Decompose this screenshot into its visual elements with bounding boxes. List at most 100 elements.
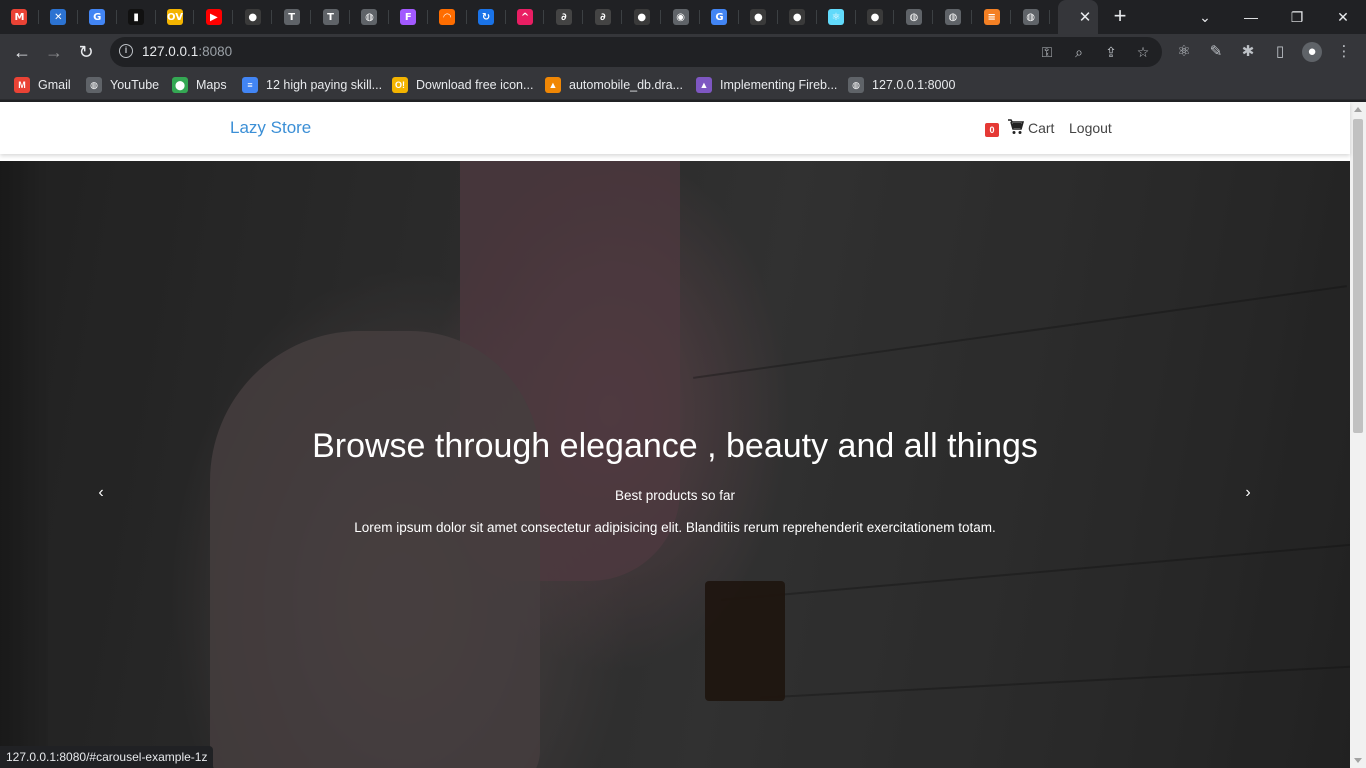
bookmark-item[interactable]: ≡ 12 high paying skill...	[242, 76, 382, 94]
bookmark-item[interactable]: ◍ YouTube	[86, 76, 159, 94]
drawio-icon: ▲	[545, 77, 561, 93]
tab[interactable]: ●	[778, 0, 817, 34]
tab[interactable]: ⚛	[817, 0, 856, 34]
bookmark-item[interactable]: M Gmail	[14, 76, 71, 94]
scroll-down-icon[interactable]	[1354, 758, 1362, 763]
tab[interactable]: ▮	[117, 0, 156, 34]
menu-icon[interactable]: ⋮	[1334, 42, 1354, 62]
logout-link[interactable]: Logout	[1069, 120, 1112, 136]
reload-button[interactable]: ↻	[74, 40, 98, 64]
bookmark-item[interactable]: ▲ Implementing Fireb...	[696, 76, 837, 94]
curl-icon: ∂	[594, 9, 611, 25]
tab[interactable]: ●	[622, 0, 662, 34]
bookmark-label: YouTube	[110, 78, 160, 92]
scrollbar-thumb[interactable]	[1353, 119, 1363, 433]
bookmark-item[interactable]: ◍ 127.0.0.1:8000	[848, 76, 955, 94]
back-button[interactable]: ←	[10, 40, 34, 64]
bookmark-star-icon[interactable]: ☆	[1134, 43, 1152, 61]
gmail-icon: M	[14, 77, 30, 93]
google-icon: G	[711, 9, 728, 25]
bookmark-item[interactable]: ⬤ Maps	[172, 76, 227, 94]
youtube-icon: ▶	[205, 9, 222, 25]
key-icon[interactable]: ⚿	[1038, 43, 1056, 61]
hero-subtitle: Best products so far	[614, 488, 736, 503]
tab[interactable]: ◍	[894, 0, 934, 34]
tab[interactable]: OV	[156, 0, 195, 34]
github-icon: ●	[867, 9, 884, 25]
restore-button[interactable]: ❐	[1274, 0, 1320, 34]
tab[interactable]: ^	[506, 0, 545, 34]
stackoverflow-icon: ≡	[983, 9, 1000, 25]
new-tab-button[interactable]: +	[1108, 5, 1132, 29]
cart-icon[interactable]	[1008, 119, 1024, 135]
tab[interactable]: ✕	[39, 0, 78, 34]
figma-icon: F	[400, 9, 417, 25]
tab[interactable]: T	[311, 0, 350, 34]
figma-alt-icon: ✕	[50, 9, 67, 25]
google-icon: G	[89, 9, 106, 25]
tab[interactable]: ◉	[661, 0, 700, 34]
t-icon: T	[322, 9, 339, 25]
tab[interactable]: ∂	[544, 0, 584, 34]
share-icon[interactable]: ⇪	[1102, 43, 1120, 61]
gmail-icon: M	[11, 9, 28, 25]
site-info-icon[interactable]: i	[119, 44, 133, 58]
tab-search-icon[interactable]: ⌄	[1182, 0, 1228, 34]
tab[interactable]: ●	[233, 0, 273, 34]
globe-icon: ◍	[848, 77, 864, 93]
globe-icon: ◍	[86, 77, 102, 93]
cart-link[interactable]: Cart	[1028, 120, 1054, 136]
tab[interactable]: F	[389, 0, 428, 34]
dark-app-icon: ▮	[128, 9, 145, 25]
bookmark-label: Download free icon...	[416, 78, 534, 92]
hero-description: Lorem ipsum dolor sit amet consectetur a…	[354, 520, 996, 535]
react-devtools-icon[interactable]: ⚛	[1174, 42, 1194, 62]
tab-active[interactable]: ✕	[1058, 0, 1098, 34]
zoom-icon[interactable]: ⌕	[1070, 43, 1088, 61]
brand-link[interactable]: Lazy Store	[230, 118, 311, 138]
close-tab-icon[interactable]: ✕	[1079, 8, 1092, 26]
tab[interactable]: ◍	[1011, 0, 1050, 34]
forward-button[interactable]: →	[42, 40, 66, 64]
url-port: :8080	[198, 44, 233, 59]
tab[interactable]: ●	[739, 0, 778, 34]
bookmark-label: automobile_db.dra...	[569, 78, 683, 92]
tab[interactable]: ▶	[194, 0, 234, 34]
tab[interactable]: M	[0, 0, 39, 34]
carousel-prev-button[interactable]: ‹	[91, 481, 111, 505]
tab[interactable]: ◍	[933, 0, 973, 34]
icons8-icon: O!	[392, 77, 408, 93]
tab[interactable]: ◍	[350, 0, 389, 34]
minimize-button[interactable]: —	[1228, 0, 1274, 34]
url-text[interactable]: 127.0.0.1:8080	[142, 44, 232, 59]
bookmark-label: Gmail	[38, 78, 71, 92]
bookmark-item[interactable]: ▲ automobile_db.dra...	[545, 76, 683, 94]
address-bar[interactable]: i 127.0.0.1:8080 ⚿ ⌕ ⇪ ☆	[110, 37, 1162, 67]
bookmark-label: Maps	[196, 78, 227, 92]
carousel-next-button[interactable]: ›	[1238, 481, 1258, 505]
t-icon: T	[283, 9, 300, 25]
tab[interactable]: ≡	[972, 0, 1012, 34]
tab[interactable]: ↻	[467, 0, 506, 34]
tab-list: M ✕ G ▮ OV ▶ ● T T ◍ F ◠ ↻ ^ ∂ ∂ ● ◉ G ● ● ⚛ ● ◍ ◍ ≡ ◍	[0, 0, 1050, 34]
side-panel-icon[interactable]: ▯	[1270, 42, 1290, 62]
site-navbar: Lazy Store 0 Cart Logout	[0, 102, 1350, 154]
bookmark-label: Implementing Fireb...	[720, 78, 838, 92]
tab[interactable]: G	[78, 0, 117, 34]
profile-avatar[interactable]: ●	[1302, 42, 1322, 62]
maps-icon: ⬤	[172, 77, 188, 93]
page-scrollbar[interactable]	[1350, 102, 1366, 768]
extension-pen-icon[interactable]: ✎	[1206, 42, 1226, 62]
extensions-icon[interactable]: ✱	[1238, 42, 1258, 62]
tab[interactable]: ∂	[583, 0, 623, 34]
bookmark-label: 12 high paying skill...	[266, 78, 383, 92]
tab[interactable]: ◠	[428, 0, 467, 34]
scroll-up-icon[interactable]	[1354, 107, 1362, 112]
tab[interactable]: ●	[856, 0, 895, 34]
tab[interactable]: G	[700, 0, 739, 34]
tab[interactable]: T	[272, 0, 312, 34]
url-host: 127.0.0.1	[142, 44, 199, 59]
github-icon: ●	[633, 9, 650, 25]
bookmark-item[interactable]: O! Download free icon...	[392, 76, 533, 94]
close-window-button[interactable]: ✕	[1320, 0, 1366, 34]
